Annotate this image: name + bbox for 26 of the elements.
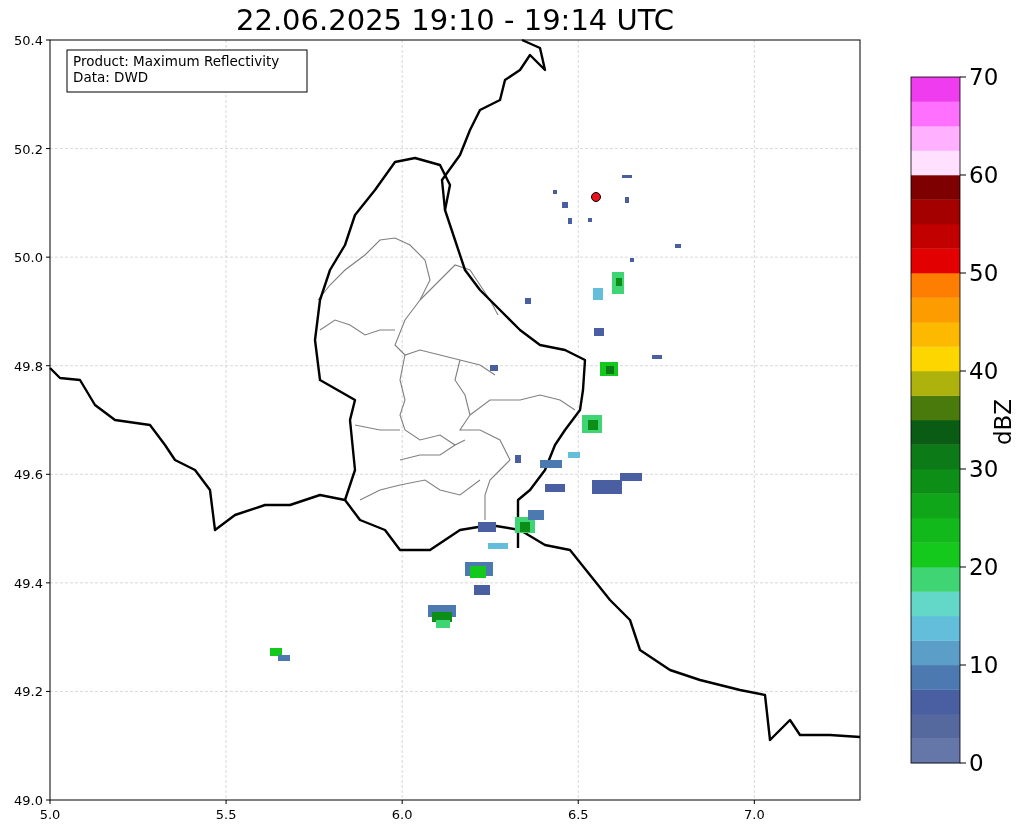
chart-title: 22.06.2025 19:10 - 19:14 UTC xyxy=(236,5,674,35)
location-dot xyxy=(591,192,601,202)
axis-tick-label: 50.2 xyxy=(14,141,43,157)
colorbar-tick-label: 60 xyxy=(969,162,999,188)
axis-tick-label: 49.4 xyxy=(14,575,43,591)
axis-tick-label: 50.0 xyxy=(14,250,43,266)
axis-tick-label: 50.4 xyxy=(14,33,43,48)
axis-tick-label: 5.0 xyxy=(39,807,61,822)
axis-tick-label: 6.0 xyxy=(391,807,413,822)
colorbar-tick-label: 20 xyxy=(969,554,999,580)
axis-tick-label: 7.0 xyxy=(744,807,765,822)
colorbar-tick-label: 30 xyxy=(969,456,999,482)
axis-tick-label: 49.6 xyxy=(14,467,43,483)
colorbar-tick-label: 50 xyxy=(969,260,999,286)
colorbar-tick-label: 40 xyxy=(969,358,999,384)
colorbar-tick-label: 70 xyxy=(969,64,999,90)
colorbar-label: dBZ xyxy=(990,398,1016,446)
info-text: Data: DWD xyxy=(73,69,149,85)
axis-tick-label: 49.2 xyxy=(14,684,43,700)
colorbar-tick-label: 10 xyxy=(969,652,999,678)
axis-tick-label: 5.5 xyxy=(215,807,237,822)
colorbar-tick-label: 0 xyxy=(969,750,984,776)
info-text: Product: Maximum Reflectivity xyxy=(73,53,280,69)
axis-tick-label: 6.5 xyxy=(567,807,589,822)
axis-tick-label: 49.8 xyxy=(14,358,43,374)
axis-tick-label: 49.0 xyxy=(14,793,43,808)
